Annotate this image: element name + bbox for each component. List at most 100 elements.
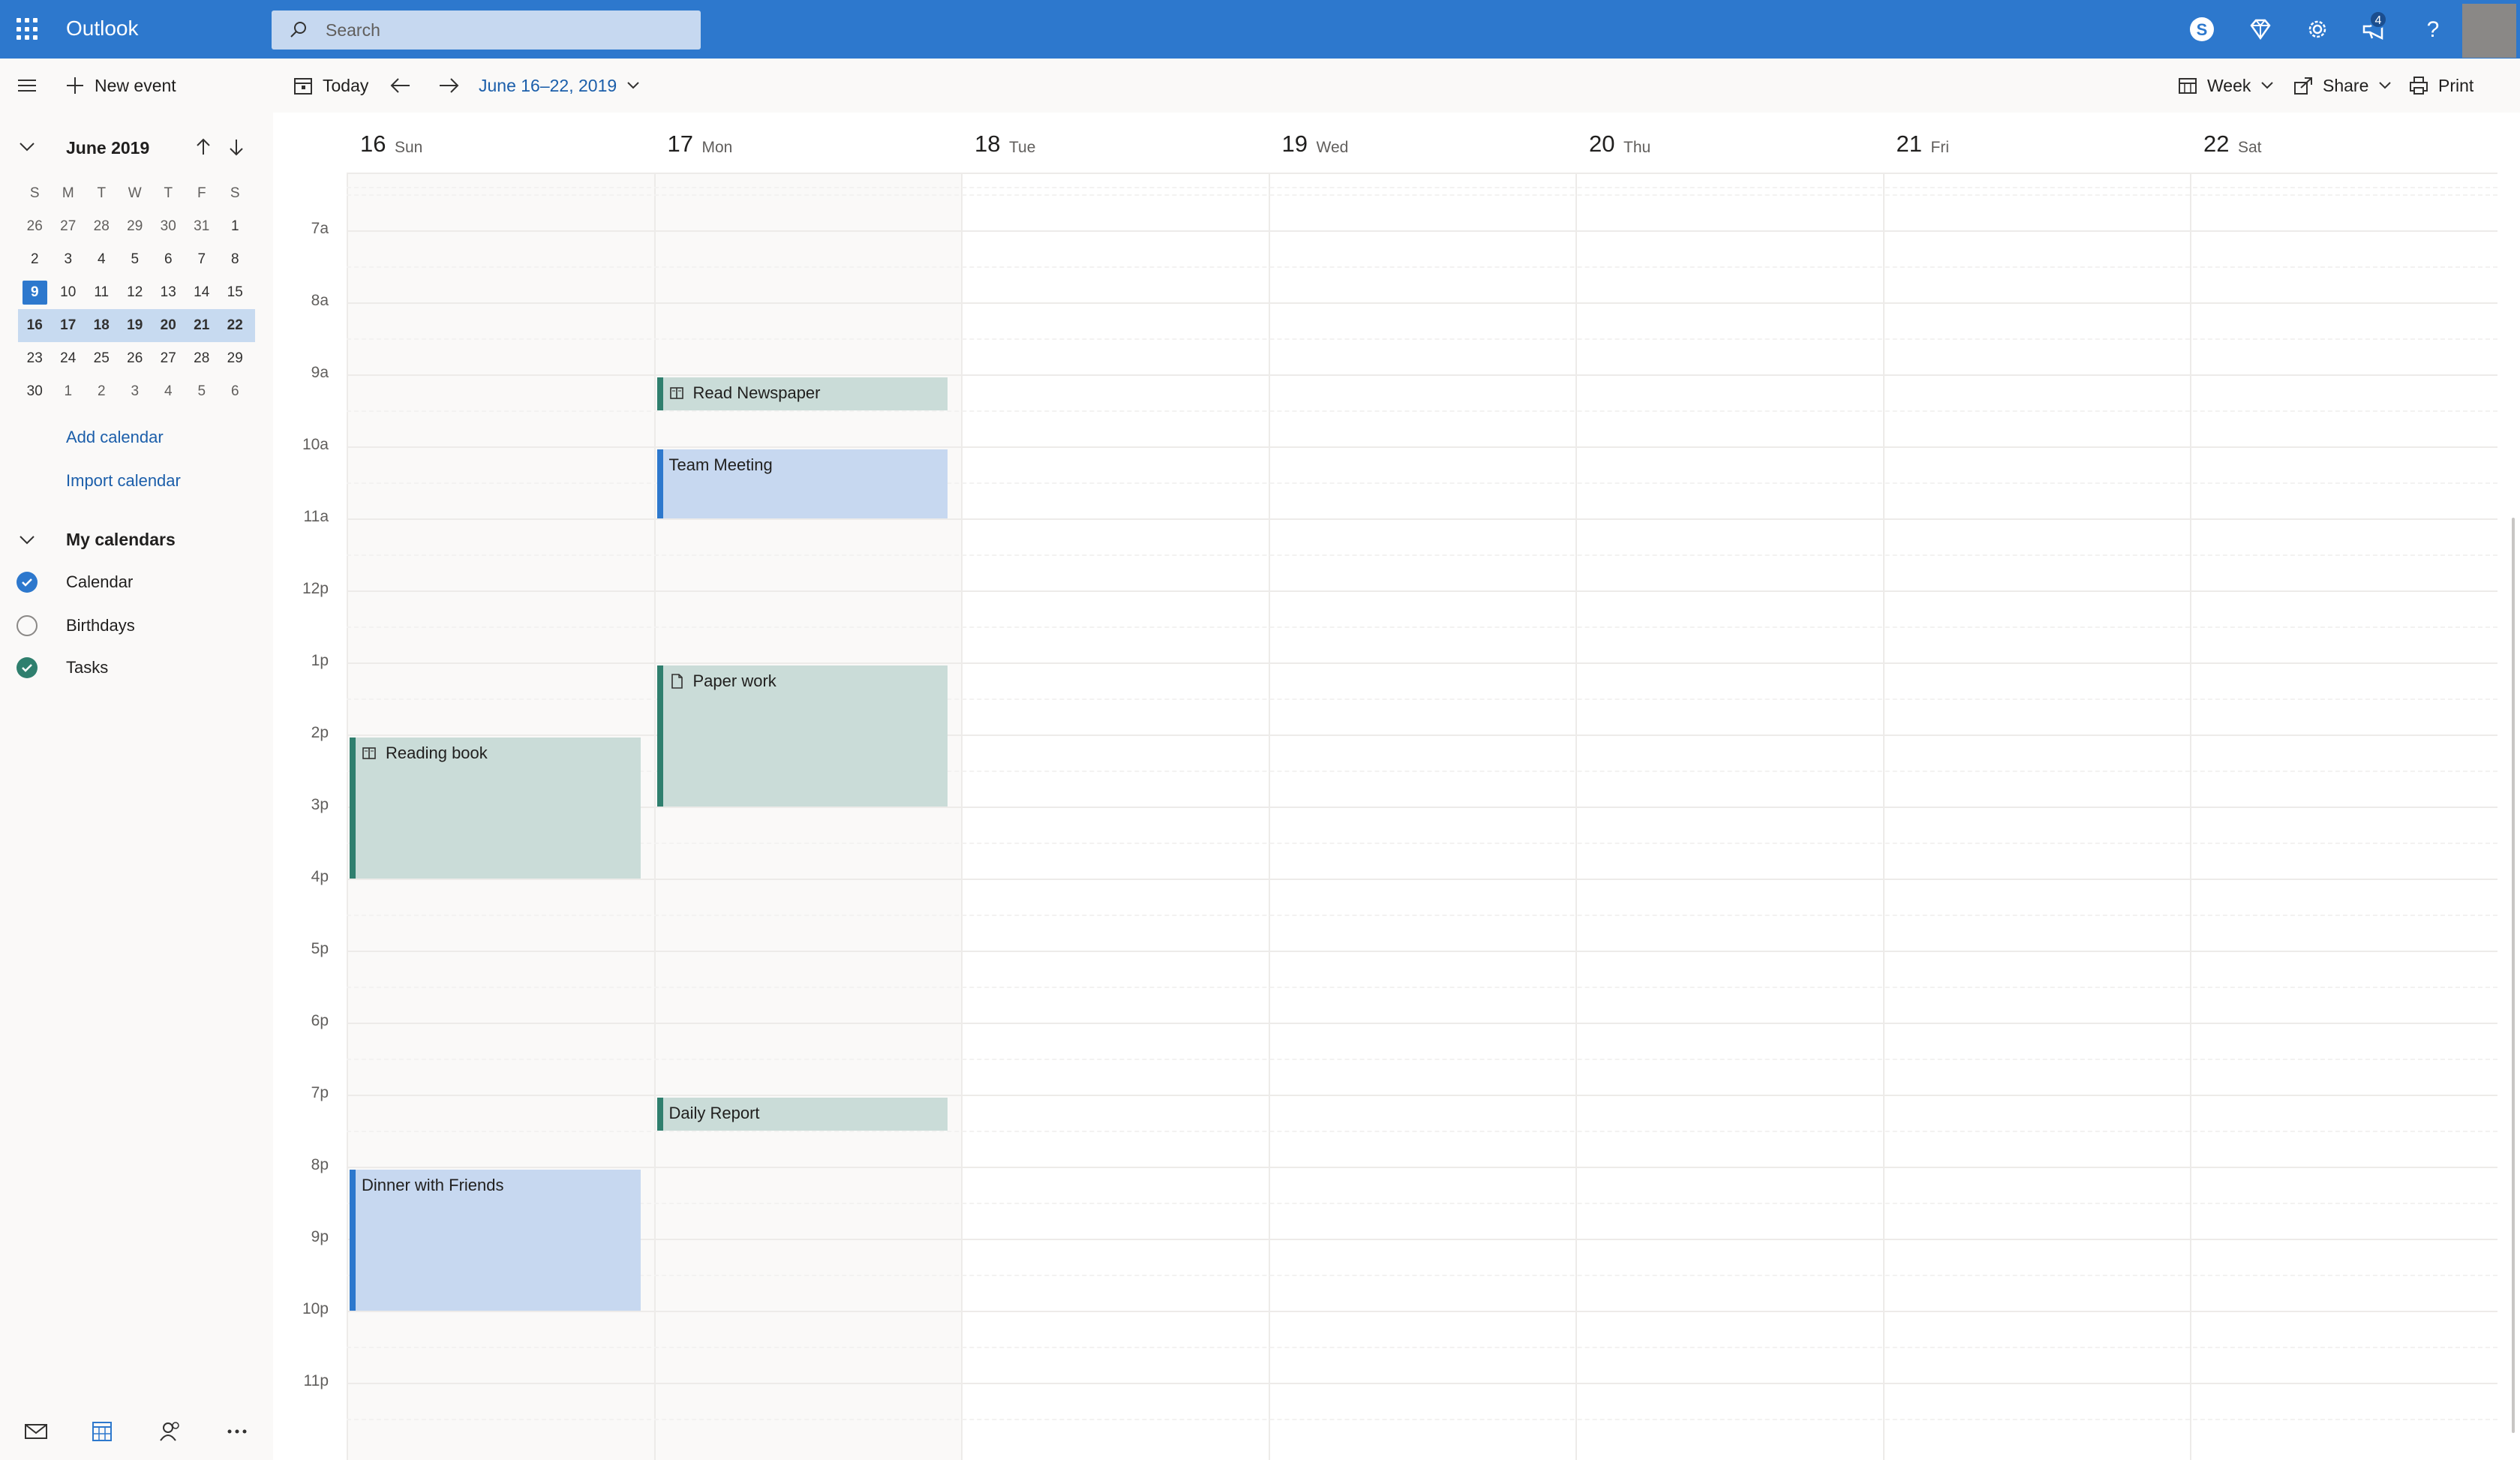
next-week-button[interactable] <box>437 59 470 113</box>
mini-calendar-day[interactable]: 24 <box>52 342 86 375</box>
mini-calendar-week: 9 10 11 12 13 14 15 <box>18 276 255 309</box>
mini-calendar-day[interactable]: 26 <box>18 210 52 243</box>
mini-calendar-day[interactable]: 11 <box>85 276 119 309</box>
calendar-toggle-birthdays[interactable]: Birthdays <box>17 611 135 641</box>
app-launcher-icon[interactable] <box>17 18 39 41</box>
calendar-toggle-tasks[interactable]: Tasks <box>17 653 108 683</box>
day-header[interactable]: 17 Mon <box>654 113 962 173</box>
print-button[interactable]: Print <box>2408 59 2473 113</box>
app-title[interactable]: Outlook <box>66 17 139 41</box>
calendar-event[interactable]: Read Newspaper <box>656 377 948 410</box>
share-button[interactable]: Share <box>2293 59 2401 113</box>
mini-calendar-day[interactable]: 31 <box>185 210 219 243</box>
mini-calendar-day[interactable]: 27 <box>52 210 86 243</box>
my-calendars-heading[interactable]: My calendars <box>66 530 176 550</box>
mini-calendar-day[interactable]: 1 <box>52 375 86 408</box>
mini-calendar-day[interactable]: 2 <box>18 243 52 276</box>
calendar-event[interactable]: Dinner with Friends <box>350 1170 641 1311</box>
calendar-toggle-calendar[interactable]: Calendar <box>17 567 133 597</box>
view-switcher-button[interactable]: Week <box>2177 59 2284 113</box>
day-column[interactable] <box>1575 173 1883 1460</box>
mini-calendar-day[interactable]: 14 <box>185 276 219 309</box>
mini-calendar-day[interactable]: 29 <box>218 342 252 375</box>
mini-calendar-day[interactable]: 21 <box>185 309 219 342</box>
day-column[interactable] <box>1882 173 2191 1460</box>
premium-diamond-icon[interactable] <box>2245 14 2276 45</box>
mini-calendar-day[interactable]: 30 <box>18 375 52 408</box>
mini-calendar-day[interactable]: 12 <box>119 276 152 309</box>
mini-calendar-day[interactable]: 28 <box>185 342 219 375</box>
settings-gear-icon[interactable] <box>2302 14 2333 45</box>
mini-calendar-day[interactable]: 23 <box>18 342 52 375</box>
day-column[interactable] <box>2190 173 2497 1460</box>
mini-calendar-day[interactable]: 6 <box>218 375 252 408</box>
day-header[interactable]: 16 Sun <box>347 113 654 173</box>
mini-calendar-day[interactable]: 2 <box>85 375 119 408</box>
collapse-pane-button[interactable] <box>17 59 47 113</box>
mini-calendar-day[interactable]: 7 <box>185 243 219 276</box>
calendar-event[interactable]: Paper work <box>656 665 948 807</box>
hour-line <box>347 302 2497 304</box>
skype-icon[interactable]: S <box>2186 14 2218 45</box>
import-calendar-link[interactable]: Import calendar <box>66 471 181 491</box>
calendar-event[interactable]: Reading book <box>350 738 641 879</box>
mini-calendar-day[interactable]: 4 <box>152 375 185 408</box>
mini-calendar-month-title[interactable]: June 2019 <box>66 138 149 158</box>
mini-calendar-day[interactable]: 20 <box>152 309 185 342</box>
previous-week-button[interactable] <box>389 59 422 113</box>
chevron-down-icon[interactable] <box>18 534 36 546</box>
scrollbar-thumb[interactable] <box>2512 518 2515 1433</box>
mini-calendar-day[interactable]: 13 <box>152 276 185 309</box>
mini-calendar-day[interactable]: 28 <box>85 210 119 243</box>
mini-calendar-day[interactable]: 27 <box>152 342 185 375</box>
mail-icon[interactable] <box>21 1419 51 1443</box>
hour-line <box>347 662 2497 664</box>
mini-calendar-day[interactable]: 3 <box>119 375 152 408</box>
help-icon[interactable]: ? <box>2417 14 2449 45</box>
mini-calendar-day[interactable]: 19 <box>119 309 152 342</box>
people-icon[interactable] <box>155 1419 185 1443</box>
mini-calendar-day[interactable]: 22 <box>218 309 252 342</box>
day-header[interactable]: 20 Thu <box>1575 113 1883 173</box>
mini-calendar-day[interactable]: 5 <box>185 375 219 408</box>
day-column[interactable] <box>1268 173 1576 1460</box>
more-apps-ellipsis-icon[interactable] <box>222 1419 252 1443</box>
calendar-icon[interactable] <box>87 1419 117 1443</box>
mini-calendar-day[interactable]: 3 <box>52 243 86 276</box>
mini-calendar-day[interactable]: 5 <box>119 243 152 276</box>
day-header[interactable]: 19 Wed <box>1269 113 1576 173</box>
arrow-up-icon[interactable] <box>194 137 213 158</box>
mini-calendar-day[interactable]: 26 <box>119 342 152 375</box>
calendar-event[interactable]: Team Meeting <box>656 449 948 518</box>
new-event-label: New event <box>95 75 176 95</box>
calendar-event[interactable]: Daily Report <box>656 1098 948 1131</box>
mini-calendar-day[interactable]: 6 <box>152 243 185 276</box>
day-header[interactable]: 22 Sat <box>2190 113 2497 173</box>
mini-calendar-day[interactable]: 8 <box>218 243 252 276</box>
mini-calendar-day[interactable]: 18 <box>85 309 119 342</box>
mini-calendar-day[interactable]: 16 <box>18 309 52 342</box>
mini-calendar-day[interactable]: 15 <box>218 276 252 309</box>
mini-calendar-day[interactable]: 29 <box>119 210 152 243</box>
collapse-month-chevron-icon[interactable] <box>18 141 36 153</box>
date-range-picker[interactable]: June 16–22, 2019 <box>479 59 650 113</box>
day-column[interactable] <box>961 173 1269 1460</box>
arrow-down-icon[interactable] <box>227 137 246 158</box>
mini-calendar-today[interactable]: 9 <box>23 281 47 305</box>
user-avatar[interactable] <box>2462 4 2516 58</box>
day-header[interactable]: 21 Fri <box>1883 113 2191 173</box>
mini-calendar-day[interactable]: 1 <box>218 210 252 243</box>
mini-calendar-day[interactable]: 10 <box>52 276 86 309</box>
day-header[interactable]: 18 Tue <box>961 113 1269 173</box>
search-icon <box>290 22 306 38</box>
add-calendar-link[interactable]: Add calendar <box>66 428 164 447</box>
today-button[interactable]: Today <box>293 59 368 113</box>
mini-calendar-day[interactable]: 30 <box>152 210 185 243</box>
new-event-button[interactable]: New event <box>65 59 176 113</box>
mini-calendar-day[interactable]: 4 <box>85 243 119 276</box>
day-column[interactable] <box>653 173 961 1460</box>
search-input[interactable]: Search <box>272 11 701 50</box>
mini-calendar-day[interactable]: 25 <box>85 342 119 375</box>
hour-label: 8p <box>311 1156 329 1173</box>
mini-calendar-day[interactable]: 17 <box>52 309 86 342</box>
